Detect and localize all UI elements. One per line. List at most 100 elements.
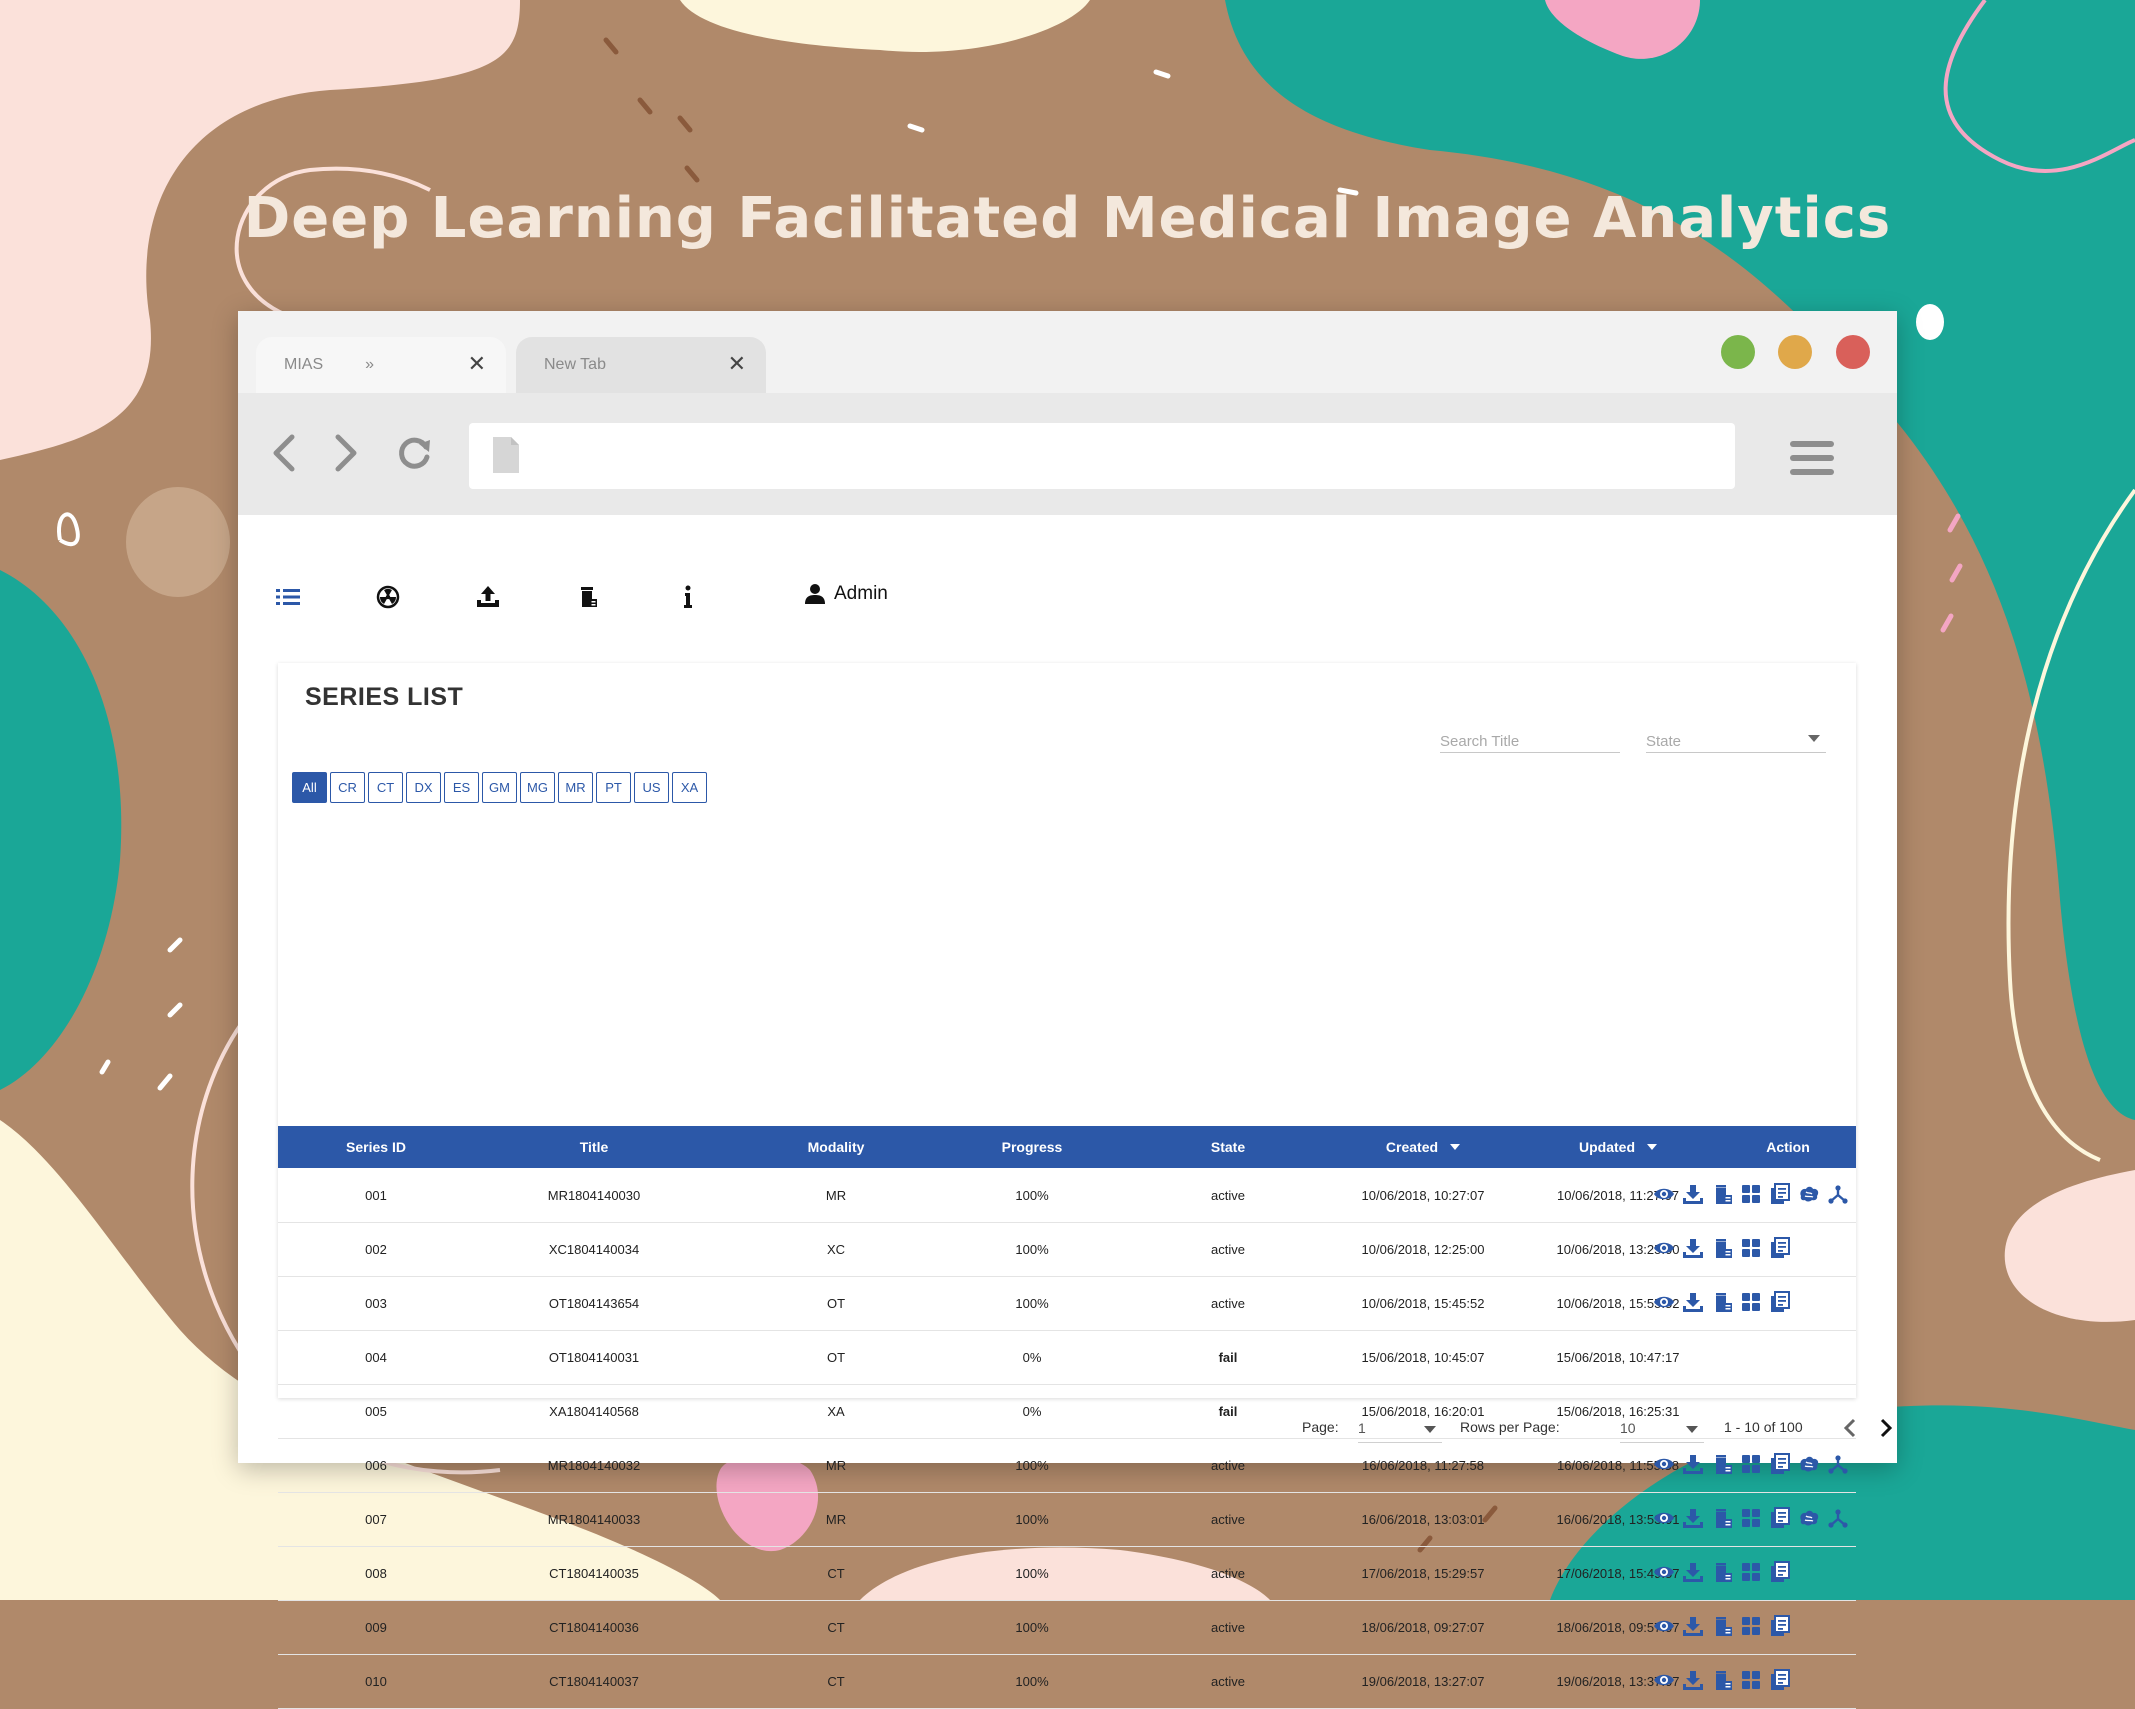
grid-icon[interactable] <box>1740 1507 1762 1529</box>
network-icon[interactable] <box>1827 1507 1849 1529</box>
forward-icon[interactable] <box>320 423 370 483</box>
filter-chip-gm[interactable]: GM <box>482 772 517 803</box>
table-row[interactable]: 004 OT1804140031 OT 0% fail 15/06/2018, 10:45… <box>278 1330 1856 1385</box>
minimize-window-button[interactable] <box>1778 335 1812 369</box>
user-menu[interactable]: Admin <box>804 583 888 605</box>
report-icon[interactable] <box>1769 1507 1791 1529</box>
list-icon[interactable] <box>274 583 302 611</box>
download-icon[interactable] <box>1682 1291 1704 1313</box>
view-icon[interactable] <box>1653 1561 1675 1583</box>
cell-created: 17/06/2018, 15:29:57 <box>1361 1565 1485 1581</box>
download-icon[interactable] <box>1682 1615 1704 1637</box>
column-header-state[interactable]: State <box>1128 1126 1328 1168</box>
delete-icon[interactable] <box>1711 1507 1733 1529</box>
trash-icon[interactable] <box>574 583 602 611</box>
report-icon[interactable] <box>1769 1291 1791 1313</box>
filter-chip-pt[interactable]: PT <box>596 772 631 803</box>
close-window-button[interactable] <box>1836 335 1870 369</box>
download-icon[interactable] <box>1682 1453 1704 1475</box>
rows-per-page-select[interactable]: 10 <box>1620 1415 1704 1443</box>
filter-chip-all[interactable]: All <box>292 772 327 803</box>
grid-icon[interactable] <box>1740 1453 1762 1475</box>
filter-chip-mg[interactable]: MG <box>520 772 555 803</box>
browser-tab-new[interactable]: New Tab ✕ <box>516 337 766 393</box>
info-icon[interactable] <box>674 583 702 611</box>
table-row[interactable]: 001 MR1804140030 MR 100% active 10/06/2018, 1… <box>278 1168 1856 1223</box>
table-row[interactable]: 010 CT1804140037 CT 100% active 19/06/2018, 1… <box>278 1654 1856 1709</box>
view-icon[interactable] <box>1653 1669 1675 1691</box>
filter-chip-xa[interactable]: XA <box>672 772 707 803</box>
grid-icon[interactable] <box>1740 1237 1762 1259</box>
network-icon[interactable] <box>1827 1453 1849 1475</box>
grid-icon[interactable] <box>1740 1291 1762 1313</box>
filter-chip-es[interactable]: ES <box>444 772 479 803</box>
filter-chip-dx[interactable]: DX <box>406 772 441 803</box>
grid-icon[interactable] <box>1740 1669 1762 1691</box>
state-select[interactable]: State <box>1646 723 1826 753</box>
back-icon[interactable] <box>260 423 310 483</box>
table-row[interactable]: 006 MR1804140032 MR 100% active 16/06/2018, 1… <box>278 1438 1856 1493</box>
report-icon[interactable] <box>1769 1237 1791 1259</box>
column-header-title[interactable]: Title <box>484 1126 704 1168</box>
column-header-updated[interactable]: Updated <box>1523 1126 1713 1168</box>
brain-icon[interactable] <box>1798 1183 1820 1205</box>
download-icon[interactable] <box>1682 1507 1704 1529</box>
report-icon[interactable] <box>1769 1453 1791 1475</box>
page-select[interactable]: 1 <box>1358 1415 1442 1443</box>
table-row[interactable]: 003 OT1804143654 OT 100% active 10/06/2018, 1… <box>278 1276 1856 1331</box>
browser-menu-icon[interactable] <box>1790 439 1834 477</box>
previous-page-icon[interactable] <box>1840 1417 1860 1439</box>
delete-icon[interactable] <box>1711 1561 1733 1583</box>
upload-icon[interactable] <box>474 583 502 611</box>
report-icon[interactable] <box>1769 1669 1791 1691</box>
brain-icon[interactable] <box>1798 1507 1820 1529</box>
close-tab-icon[interactable]: ✕ <box>468 351 486 377</box>
delete-icon[interactable] <box>1711 1615 1733 1637</box>
table-row[interactable]: 008 CT1804140035 CT 100% active 17/06/2018, 1… <box>278 1546 1856 1601</box>
column-header-series-id[interactable]: Series ID <box>308 1126 444 1168</box>
view-icon[interactable] <box>1653 1453 1675 1475</box>
delete-icon[interactable] <box>1711 1183 1733 1205</box>
table-row[interactable]: 009 CT1804140036 CT 100% active 18/06/2018, 0… <box>278 1600 1856 1655</box>
network-icon[interactable] <box>1827 1183 1849 1205</box>
filter-chip-cr[interactable]: CR <box>330 772 365 803</box>
filter-chip-us[interactable]: US <box>634 772 669 803</box>
cell-series-id: 005 <box>365 1403 387 1419</box>
download-icon[interactable] <box>1682 1669 1704 1691</box>
view-icon[interactable] <box>1653 1507 1675 1529</box>
address-bar[interactable] <box>469 423 1735 489</box>
brain-icon[interactable] <box>1798 1453 1820 1475</box>
column-header-modality[interactable]: Modality <box>736 1126 936 1168</box>
radiation-icon[interactable] <box>374 583 402 611</box>
grid-icon[interactable] <box>1740 1183 1762 1205</box>
download-icon[interactable] <box>1682 1237 1704 1259</box>
download-icon[interactable] <box>1682 1183 1704 1205</box>
close-tab-icon[interactable]: ✕ <box>728 351 746 377</box>
delete-icon[interactable] <box>1711 1237 1733 1259</box>
filter-chip-ct[interactable]: CT <box>368 772 403 803</box>
cell-created: 18/06/2018, 09:27:07 <box>1361 1619 1485 1635</box>
delete-icon[interactable] <box>1711 1453 1733 1475</box>
filter-chip-mr[interactable]: MR <box>558 772 593 803</box>
grid-icon[interactable] <box>1740 1615 1762 1637</box>
delete-icon[interactable] <box>1711 1291 1733 1313</box>
download-icon[interactable] <box>1682 1561 1704 1583</box>
maximize-window-button[interactable] <box>1721 335 1755 369</box>
view-icon[interactable] <box>1653 1237 1675 1259</box>
next-page-icon[interactable] <box>1876 1417 1896 1439</box>
view-icon[interactable] <box>1653 1183 1675 1205</box>
view-icon[interactable] <box>1653 1615 1675 1637</box>
report-icon[interactable] <box>1769 1183 1791 1205</box>
report-icon[interactable] <box>1769 1615 1791 1637</box>
table-row[interactable]: 002 XC1804140034 XC 100% active 10/06/2018, 1… <box>278 1222 1856 1277</box>
report-icon[interactable] <box>1769 1561 1791 1583</box>
column-header-created[interactable]: Created <box>1328 1126 1518 1168</box>
view-icon[interactable] <box>1653 1291 1675 1313</box>
browser-tab-mias[interactable]: MIAS » ✕ <box>256 337 506 393</box>
table-row[interactable]: 007 MR1804140033 MR 100% active 16/06/2018, 1… <box>278 1492 1856 1547</box>
reload-icon[interactable] <box>390 423 440 483</box>
search-title-input[interactable]: Search Title <box>1440 723 1620 753</box>
grid-icon[interactable] <box>1740 1561 1762 1583</box>
column-header-progress[interactable]: Progress <box>932 1126 1132 1168</box>
delete-icon[interactable] <box>1711 1669 1733 1691</box>
